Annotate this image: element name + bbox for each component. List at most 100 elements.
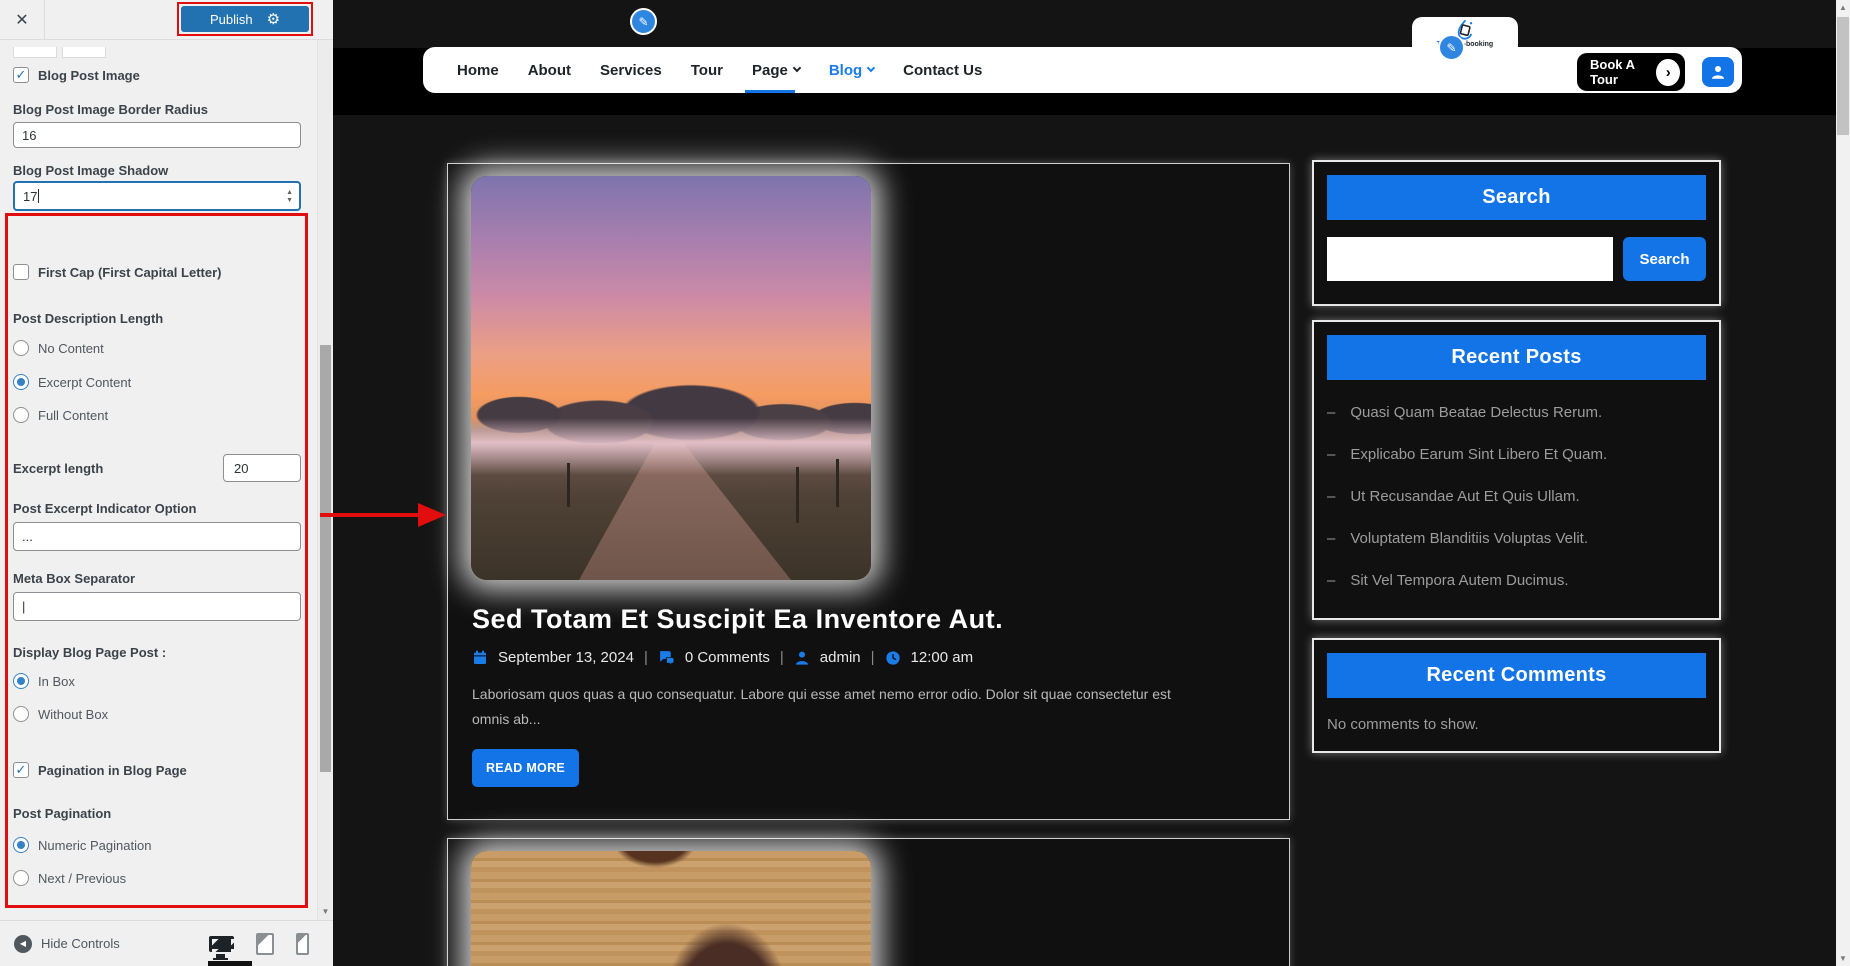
tablet-preview-icon[interactable]: [256, 932, 274, 955]
meta-separator-input[interactable]: |: [13, 592, 301, 621]
number-spinner[interactable]: ▲ ▼: [286, 183, 293, 209]
radio-selected-icon[interactable]: [13, 837, 29, 853]
book-a-tour-button[interactable]: Book A Tour ›: [1577, 53, 1685, 91]
arrow-right-icon: ›: [1656, 58, 1680, 86]
radio-icon[interactable]: [13, 340, 29, 356]
post-time: 12:00 am: [910, 649, 974, 666]
radio-icon[interactable]: [13, 870, 29, 886]
shadow-value: 17: [23, 188, 38, 204]
radio-label: Numeric Pagination: [38, 837, 152, 853]
page-scrollbar[interactable]: ▲ ▼: [1836, 0, 1850, 966]
meta-separator: |: [779, 649, 784, 666]
scrollbar-thumb[interactable]: [320, 345, 331, 772]
radio-selected-icon[interactable]: [13, 673, 29, 689]
post-featured-image[interactable]: [471, 851, 871, 966]
first-cap-control[interactable]: First Cap (First Capital Letter): [13, 263, 301, 281]
checkbox-checked-icon[interactable]: ✓: [13, 67, 29, 83]
blog-post-image-label: Blog Post Image: [38, 67, 140, 83]
customizer-header: ✕ Publish ⚙: [0, 0, 333, 40]
publish-label: Publish: [209, 11, 253, 27]
post-featured-image[interactable]: [471, 176, 871, 580]
shadow-label: Blog Post Image Shadow: [13, 163, 169, 178]
nav-item-tour[interactable]: Tour: [691, 62, 723, 79]
collapse-arrow-icon[interactable]: ◀: [14, 934, 32, 953]
search-button[interactable]: Search: [1623, 237, 1706, 281]
active-device-indicator: [208, 961, 252, 966]
radio-next-previous[interactable]: Next / Previous: [13, 869, 301, 887]
blog-post-card: Sed Totam Et Suscipit Ea Inventore Aut. …: [447, 163, 1290, 820]
calendar-icon: [474, 650, 486, 664]
active-nav-underline: [745, 90, 795, 93]
customizer-scrollbar[interactable]: ▼: [317, 40, 333, 920]
radio-icon[interactable]: [13, 407, 29, 423]
recent-post-link[interactable]: – Explicabo Earum Sint Libero Et Quam.: [1327, 446, 1706, 463]
radio-no-content[interactable]: No Content: [13, 339, 301, 357]
excerpt-indicator-input[interactable]: ...: [13, 522, 301, 551]
scrollbar-down-arrow[interactable]: ▼: [318, 908, 333, 916]
search-input[interactable]: [1327, 237, 1613, 281]
radio-label: Without Box: [38, 706, 109, 722]
recent-post-link[interactable]: – Voluptatem Blanditiis Voluptas Velit.: [1327, 530, 1706, 547]
text-caret: [38, 189, 40, 203]
hide-controls-label[interactable]: Hide Controls: [41, 936, 120, 951]
nav-item-services[interactable]: Services: [600, 62, 662, 79]
radio-icon[interactable]: [13, 706, 29, 722]
nav-item-about[interactable]: About: [528, 62, 571, 79]
pagination-in-blog-control[interactable]: ✓ Pagination in Blog Page: [13, 761, 301, 779]
gear-icon[interactable]: ⚙: [267, 12, 280, 27]
meta-separator: |: [870, 649, 875, 666]
border-radius-value: 16: [22, 127, 37, 143]
meta-separator-label: Meta Box Separator: [13, 571, 136, 586]
clock-icon: [885, 650, 900, 665]
nav-item-page[interactable]: Page: [752, 62, 802, 79]
nav-item-contact-us[interactable]: Contact Us: [903, 62, 982, 79]
post-meta: September 13, 2024 | 0 Comments | admin …: [472, 649, 973, 666]
read-more-button[interactable]: READ MORE: [472, 749, 579, 787]
site-logo[interactable]: Travel E-booking: [1412, 17, 1518, 48]
post-excerpt: Laboriosam quos quas a quo consequatur. …: [472, 686, 1171, 727]
nav-item-home[interactable]: Home: [457, 62, 499, 79]
site-navbar: Home About Services Tour Page Blog Conta…: [423, 47, 1742, 93]
clipped-input: [62, 47, 106, 58]
blog-post-image-control[interactable]: ✓ Blog Post Image: [13, 66, 301, 84]
edit-pencil-icon[interactable]: ✎: [630, 8, 657, 35]
excerpt-length-input[interactable]: 20: [223, 454, 301, 482]
publish-button[interactable]: Publish ⚙: [181, 6, 309, 32]
customizer-footer: ◀ Hide Controls: [0, 920, 333, 966]
mobile-preview-icon[interactable]: [296, 932, 309, 955]
radio-full-content[interactable]: Full Content: [13, 406, 301, 424]
user-account-button[interactable]: [1702, 57, 1734, 87]
recent-post-link[interactable]: – Ut Recusandae Aut Et Quis Ullam.: [1327, 488, 1706, 505]
border-radius-input[interactable]: 16: [13, 122, 301, 148]
recent-post-link[interactable]: – Sit Vel Tempora Autem Ducimus.: [1327, 572, 1706, 589]
checkbox-checked-icon[interactable]: ✓: [13, 762, 29, 778]
recent-post-link[interactable]: – Quasi Quam Beatae Delectus Rerum.: [1327, 404, 1706, 421]
search-widget-title: Search: [1327, 175, 1706, 220]
radio-excerpt-content[interactable]: Excerpt Content: [13, 373, 301, 391]
post-comments-count[interactable]: 0 Comments: [685, 649, 770, 666]
shadow-input[interactable]: 17 ▲ ▼: [13, 181, 301, 211]
scrollbar-up-arrow[interactable]: ▲: [1836, 3, 1850, 12]
post-date[interactable]: September 13, 2024: [498, 649, 634, 666]
radio-numeric-pagination[interactable]: Numeric Pagination: [13, 836, 301, 854]
nav-item-blog[interactable]: Blog: [829, 62, 876, 79]
publish-annotation-frame: Publish ⚙: [177, 2, 313, 36]
scrollbar-thumb[interactable]: [1837, 17, 1849, 135]
post-pagination-label: Post Pagination: [13, 806, 112, 821]
excerpt-length-value: 20: [234, 460, 249, 476]
radio-in-box[interactable]: In Box: [13, 672, 301, 690]
post-title[interactable]: Sed Totam Et Suscipit Ea Inventore Aut.: [472, 604, 1003, 635]
radio-without-box[interactable]: Without Box: [13, 705, 301, 723]
search-widget: Search Search: [1312, 160, 1721, 306]
post-author[interactable]: admin: [820, 649, 861, 666]
radio-selected-icon[interactable]: [13, 374, 29, 390]
edit-pencil-icon[interactable]: ✎: [1438, 34, 1465, 61]
clipped-input: [13, 47, 57, 58]
close-customizer-button[interactable]: ✕: [0, 0, 45, 40]
checkbox-unchecked-icon[interactable]: [13, 264, 29, 280]
desktop-preview-icon[interactable]: [209, 935, 234, 960]
post-description-length-label: Post Description Length: [13, 311, 164, 326]
scrollbar-down-arrow[interactable]: ▼: [1836, 954, 1850, 963]
excerpt-length-control: Excerpt length 20: [13, 454, 301, 482]
radio-label: In Box: [38, 673, 75, 689]
